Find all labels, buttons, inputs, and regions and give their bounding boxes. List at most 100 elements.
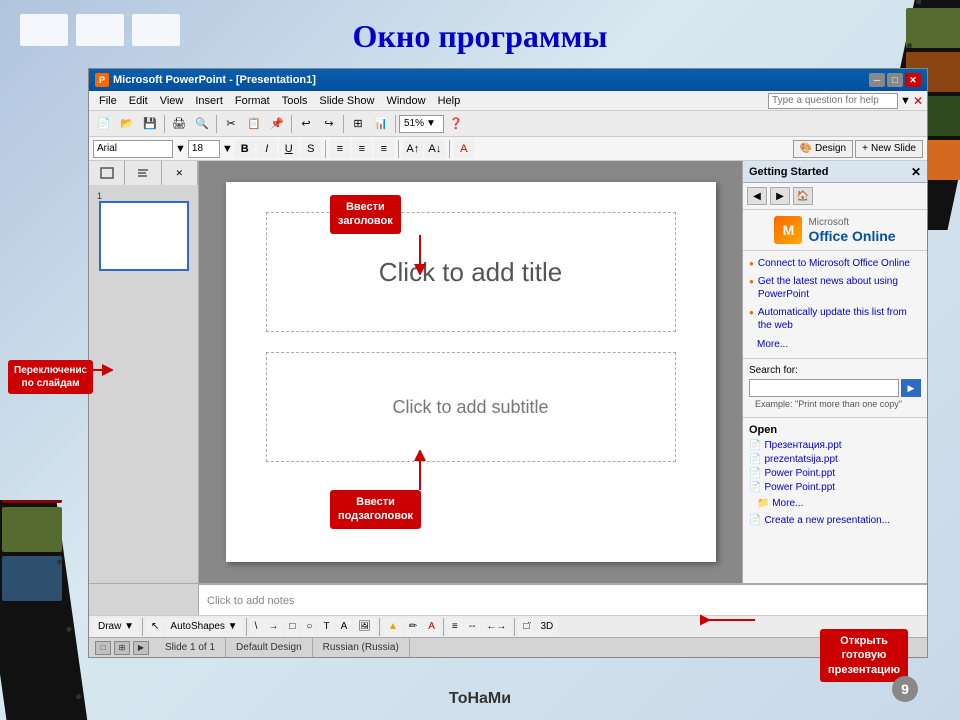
align-right-btn[interactable]: ≡ [374,140,394,158]
notes-area[interactable]: Click to add notes [199,584,927,616]
close-button[interactable]: ✕ [905,73,921,87]
arrow-btn[interactable]: → [263,618,283,636]
rp-more-link[interactable]: More... [749,337,921,352]
rp-forward-btn[interactable]: ▶ [770,187,790,205]
rp-search-input[interactable] [749,379,899,397]
redo-btn[interactable]: ↪ [318,114,340,134]
oval-btn[interactable]: ○ [301,618,317,636]
undo-btn[interactable]: ↩ [295,114,317,134]
rp-link-1[interactable]: ● Connect to Microsoft Office Online [749,257,921,270]
italic-btn[interactable]: I [257,140,277,158]
rp-file-3[interactable]: 📄 Power Point.ppt [749,468,921,479]
menu-slideshow[interactable]: Slide Show [313,91,380,110]
page-title: Окно программы [353,18,608,55]
font-color-btn[interactable]: A [454,140,474,158]
align-center-btn[interactable]: ≡ [352,140,372,158]
microsoft-label: Microsoft [808,217,895,228]
tab-slides[interactable] [89,161,125,185]
toolbar-sep-5 [395,115,396,133]
slide-thumbnail-1[interactable] [99,201,189,271]
rp-search-button[interactable]: ▶ [901,379,921,397]
menu-insert[interactable]: Insert [189,91,229,110]
increase-font-btn[interactable]: A↑ [403,140,423,158]
paste-btn[interactable]: 📌 [266,114,288,134]
font-size-input[interactable] [188,140,220,158]
menu-edit[interactable]: Edit [123,91,154,110]
insert-table-btn[interactable]: ⊞ [347,114,369,134]
zoom-dropdown-icon[interactable]: ▼ [426,118,436,129]
underline-btn[interactable]: U [279,140,299,158]
rp-file-4[interactable]: 📄 Power Point.ppt [749,482,921,493]
rect-btn[interactable]: □ [284,618,300,636]
bold-btn[interactable]: B [235,140,255,158]
zoom-selector[interactable]: 51% ▼ [399,115,444,133]
rp-link-2[interactable]: ● Get the latest news about using PowerP… [749,275,921,301]
rp-file-2[interactable]: 📄 prezentatsija.ppt [749,454,921,465]
shadow-style-btn[interactable]: □̈ [518,618,534,636]
preview-btn[interactable]: 🔍 [191,114,213,134]
autoshapes-btn[interactable]: AutoShapes ▼ [165,618,242,636]
copy-btn[interactable]: 📋 [243,114,265,134]
font-size-dropdown[interactable]: ▼ [222,143,233,155]
menu-help[interactable]: Help [432,91,467,110]
slideshow-btn[interactable]: ▶ [133,641,149,655]
align-left-btn[interactable]: ≡ [330,140,350,158]
menu-format[interactable]: Format [229,91,276,110]
select-btn[interactable]: ↖ [146,618,164,636]
help-search-input[interactable] [768,93,898,109]
fill-color-btn[interactable]: ▲ [383,618,403,636]
menu-view[interactable]: View [154,91,190,110]
rp-back-btn[interactable]: ◀ [747,187,767,205]
decrease-font-btn[interactable]: A↓ [425,140,445,158]
rp-home-btn[interactable]: 🏠 [793,187,813,205]
font-name-dropdown[interactable]: ▼ [175,143,186,155]
rp-search-row: ▶ [749,379,921,397]
help-btn[interactable]: ❓ [445,114,467,134]
line-color-btn[interactable]: ✏ [404,618,422,636]
menu-window[interactable]: Window [380,91,431,110]
font-name-input[interactable] [93,140,173,158]
shadow-btn[interactable]: S [301,140,321,158]
rp-more-files[interactable]: 📁 More... [749,496,921,511]
slide-title-placeholder[interactable]: Click to add title [266,212,676,332]
draw-btn[interactable]: Draw ▼ [93,618,139,636]
minimize-button[interactable]: ─ [869,73,885,87]
font-color-draw-btn[interactable]: A [423,618,440,636]
new-slide-label: New Slide [871,143,916,154]
open-btn[interactable]: 📂 [116,114,138,134]
rp-link-3[interactable]: ● Automatically update this list from th… [749,306,921,332]
menu-tools[interactable]: Tools [276,91,314,110]
slide-sorter-btn[interactable]: ⊞ [114,641,130,655]
help-close-btn[interactable]: ✕ [913,94,923,108]
save-btn[interactable]: 💾 [139,114,161,134]
new-btn[interactable]: 📄 [93,114,115,134]
rp-create-new[interactable]: 📄 Create a new presentation... [749,515,921,526]
menu-file[interactable]: File [93,91,123,110]
arrow-style-btn[interactable]: ←→ [481,618,511,636]
rp-filename-1: Презентация.ppt [764,440,841,451]
normal-view-btn[interactable]: □ [95,641,111,655]
wordart-btn[interactable]: A [336,618,353,636]
line-style-btn[interactable]: ≡ [447,618,463,636]
right-panel-close[interactable]: ✕ [911,165,921,179]
print-btn[interactable]: 🖨 [168,114,190,134]
draw-sep-1 [142,618,143,636]
help-search-btn[interactable]: ▼ [900,95,911,107]
rp-create-icon: 📄 [749,515,761,526]
slide-subtitle-placeholder[interactable]: Click to add subtitle [266,352,676,462]
3d-style-btn[interactable]: 3D [535,618,558,636]
line-btn[interactable]: \ [250,618,263,636]
view-buttons: □ ⊞ ▶ [89,641,155,655]
rp-file-1[interactable]: 📄 Презентация.ppt [749,440,921,451]
design-button[interactable]: 🎨 Design [793,140,853,158]
tab-close[interactable]: ✕ [162,161,198,185]
cut-btn[interactable]: ✂ [220,114,242,134]
textbox-btn[interactable]: T [318,618,334,636]
tab-outline[interactable] [125,161,161,185]
maximize-button[interactable]: □ [887,73,903,87]
dash-style-btn[interactable]: -- [464,618,481,636]
new-slide-button[interactable]: + New Slide [855,140,923,158]
insert-chart-btn[interactable]: 📊 [370,114,392,134]
film-strip-bottom-left [0,500,100,720]
clipart-btn[interactable]: 🖼 [353,618,376,636]
